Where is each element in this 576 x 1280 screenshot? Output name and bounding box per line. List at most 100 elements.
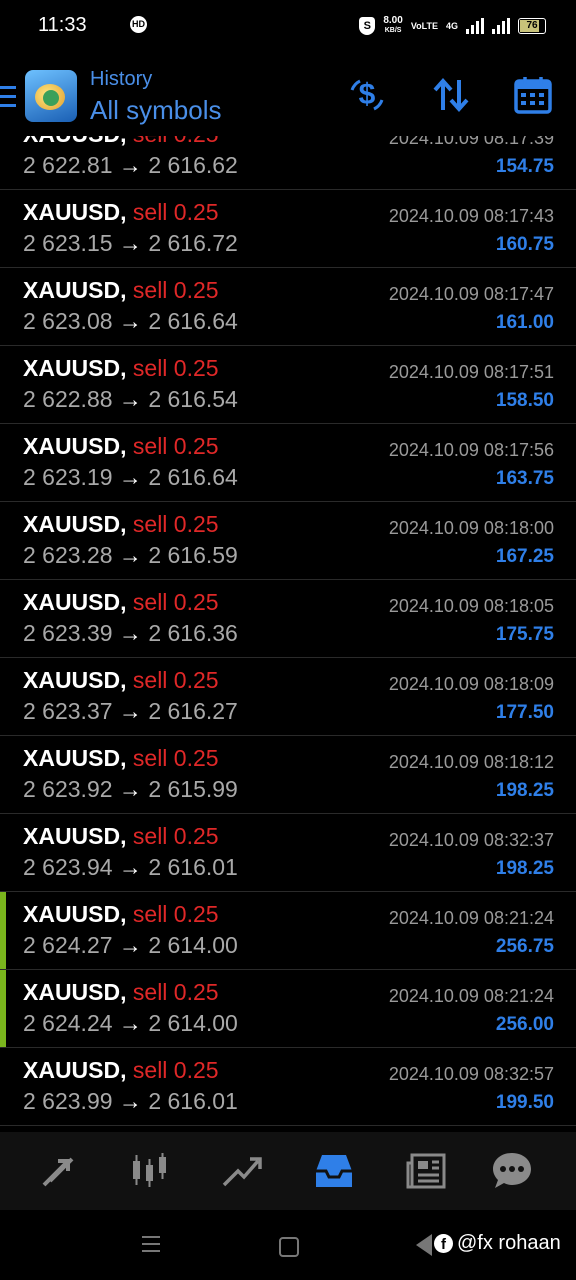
- trade-history-list[interactable]: XAUUSD, sell 0.25 2 622.81 → 2 616.62 2024…: [0, 136, 576, 1132]
- news-icon[interactable]: [404, 1149, 448, 1193]
- trade-prices: 2 623.08 → 2 616.64: [23, 308, 238, 335]
- trade-row[interactable]: XAUUSD, sell 0.25 2 623.15 → 2 616.72 2024…: [0, 190, 576, 268]
- symbol-name: XAUUSD,: [23, 589, 127, 615]
- open-price: 2 623.94: [23, 854, 113, 880]
- close-price: 2 616.01: [148, 854, 238, 880]
- arrow-icon: →: [118, 854, 142, 880]
- trade-side: sell 0.25: [132, 433, 219, 459]
- trade-row[interactable]: XAUUSD, sell 0.25 2 622.88 → 2 616.54 2024…: [0, 346, 576, 424]
- close-price: 2 616.27: [148, 698, 238, 724]
- arrow-icon: →: [118, 464, 142, 490]
- selection-marker: [0, 970, 6, 1047]
- close-price: 2 616.36: [148, 620, 238, 646]
- trade-side: sell 0.25: [132, 901, 219, 927]
- trade-profit: 158.50: [495, 390, 554, 411]
- symbol-name: XAUUSD,: [23, 979, 127, 1005]
- speed-value: 8.00: [383, 15, 403, 26]
- trade-row[interactable]: XAUUSD, sell 0.25 2 623.39 → 2 616.36 2024…: [0, 580, 576, 658]
- selection-marker: [0, 892, 6, 969]
- open-price: 2 622.88: [23, 386, 113, 412]
- trade-time: 2024.10.09 08:18:05: [388, 596, 554, 616]
- recents-icon[interactable]: [142, 1236, 160, 1257]
- trade-symbol: XAUUSD, sell 0.25: [23, 136, 219, 148]
- trade-symbol: XAUUSD, sell 0.25: [23, 433, 219, 460]
- trade-prices: 2 623.19 → 2 616.64: [23, 464, 238, 491]
- trade-row[interactable]: XAUUSD, sell 0.25 2 624.27 → 2 614.00 2024…: [0, 892, 576, 970]
- trade-symbol: XAUUSD, sell 0.25: [23, 277, 219, 304]
- open-price: 2 623.37: [23, 698, 113, 724]
- quotes-icon[interactable]: [36, 1149, 80, 1193]
- trade-time: 2024.10.09 08:17:56: [388, 440, 554, 460]
- open-price: 2 622.81: [23, 152, 113, 178]
- symbol-name: XAUUSD,: [23, 823, 127, 849]
- trade-icon[interactable]: [220, 1149, 264, 1193]
- page-title: History: [90, 68, 153, 90]
- trade-profit: 167.25: [495, 546, 554, 567]
- close-price: 2 616.62: [148, 152, 238, 178]
- close-price: 2 616.64: [148, 308, 238, 334]
- close-price: 2 614.00: [148, 1010, 238, 1036]
- menu-icon[interactable]: [0, 86, 16, 108]
- trade-time: 2024.10.09 08:17:51: [388, 362, 554, 382]
- trade-prices: 2 624.27 → 2 614.00: [23, 932, 238, 959]
- home-icon[interactable]: [279, 1237, 299, 1257]
- trade-prices: 2 622.81 → 2 616.62: [23, 152, 238, 179]
- trade-side: sell 0.25: [132, 511, 219, 537]
- chat-icon[interactable]: [490, 1149, 534, 1193]
- trade-prices: 2 623.37 → 2 616.27: [23, 698, 238, 725]
- trade-time: 2024.10.09 08:18:00: [388, 518, 554, 538]
- app-bar: History All symbols $: [0, 60, 576, 136]
- trade-row[interactable]: XAUUSD, sell 0.25 2 623.99 → 2 616.01 2024…: [0, 1048, 576, 1126]
- history-icon[interactable]: [312, 1149, 356, 1193]
- trade-prices: 2 623.94 → 2 616.01: [23, 854, 238, 881]
- open-price: 2 623.99: [23, 1088, 113, 1114]
- trade-profit: 198.25: [495, 858, 554, 879]
- back-icon[interactable]: [416, 1234, 432, 1256]
- trade-profit: 256.00: [495, 1014, 554, 1035]
- trade-side: sell 0.25: [132, 277, 219, 303]
- trade-profit: 163.75: [495, 468, 554, 489]
- dollar-refresh-icon[interactable]: $: [346, 74, 388, 116]
- trade-row[interactable]: XAUUSD, sell 0.25 2 623.08 → 2 616.64 2024…: [0, 268, 576, 346]
- trade-row[interactable]: XAUUSD, sell 0.25 2 623.28 → 2 616.59 2024…: [0, 502, 576, 580]
- trade-prices: 2 623.39 → 2 616.36: [23, 620, 238, 647]
- trade-row[interactable]: XAUUSD, sell 0.25 2 623.94 → 2 616.01 2024…: [0, 814, 576, 892]
- trade-row[interactable]: XAUUSD, sell 0.25 2 623.19 → 2 616.64 2024…: [0, 424, 576, 502]
- open-price: 2 623.08: [23, 308, 113, 334]
- calendar-icon[interactable]: [512, 74, 554, 116]
- trade-row[interactable]: XAUUSD, sell 0.25 2 623.92 → 2 615.99 2024…: [0, 736, 576, 814]
- system-navigation: f @fx rohaan: [0, 1210, 576, 1280]
- chart-icon[interactable]: [128, 1149, 172, 1193]
- symbol-name: XAUUSD,: [23, 433, 127, 459]
- close-price: 2 616.01: [148, 1088, 238, 1114]
- arrow-icon: →: [118, 230, 142, 256]
- open-price: 2 623.15: [23, 230, 113, 256]
- arrow-icon: →: [118, 542, 142, 568]
- trade-profit: 154.75: [495, 156, 554, 177]
- trade-profit: 199.50: [495, 1092, 554, 1113]
- arrow-icon: →: [118, 1010, 142, 1036]
- symbol-name: XAUUSD,: [23, 667, 127, 693]
- trade-row[interactable]: XAUUSD, sell 0.25 2 624.24 → 2 614.00 2024…: [0, 970, 576, 1048]
- close-price: 2 616.54: [148, 386, 238, 412]
- watermark: f @fx rohaan: [434, 1232, 561, 1255]
- facebook-icon: f: [434, 1234, 453, 1253]
- title-block[interactable]: History All symbols: [90, 68, 221, 126]
- arrow-icon: →: [118, 308, 142, 334]
- trade-time: 2024.10.09 08:18:09: [388, 674, 554, 694]
- symbol-name: XAUUSD,: [23, 745, 127, 771]
- symbol-name: XAUUSD,: [23, 199, 127, 225]
- trade-time: 2024.10.09 08:17:43: [388, 206, 554, 226]
- signal-icon: [466, 18, 484, 34]
- trade-row[interactable]: XAUUSD, sell 0.25 2 623.37 → 2 616.27 2024…: [0, 658, 576, 736]
- trade-side: sell 0.25: [132, 667, 219, 693]
- trade-row[interactable]: XAUUSD, sell 0.25 2 622.81 → 2 616.62 2024…: [0, 136, 576, 190]
- trade-prices: 2 623.28 → 2 616.59: [23, 542, 238, 569]
- symbol-filter[interactable]: All symbols: [90, 95, 221, 126]
- sort-icon[interactable]: [430, 74, 472, 116]
- trade-prices: 2 623.99 → 2 616.01: [23, 1088, 238, 1115]
- open-price: 2 624.27: [23, 932, 113, 958]
- trade-side: sell 0.25: [132, 745, 219, 771]
- close-price: 2 616.72: [148, 230, 238, 256]
- arrow-icon: →: [118, 698, 142, 724]
